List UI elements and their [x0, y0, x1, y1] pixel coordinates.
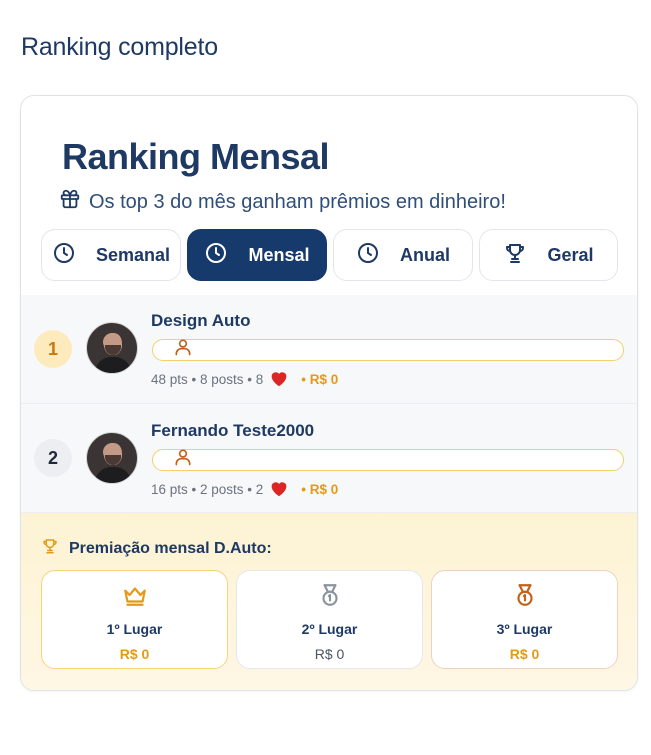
card-subtitle: Os top 3 do mês ganham prêmios em dinhei… — [59, 188, 506, 216]
clock-icon — [204, 241, 228, 270]
progress-bar — [152, 449, 624, 471]
prize-card-third: 3º Lugar R$ 0 — [431, 570, 618, 669]
avatar[interactable] — [86, 432, 138, 484]
prize-title-text: Premiação mensal D.Auto: — [69, 539, 272, 557]
tab-label: Anual — [399, 244, 450, 265]
prize-amount: • R$ 0 — [301, 372, 339, 387]
medal-icon — [317, 571, 343, 613]
ranking-card: Ranking Mensal Os top 3 do mês ganham pr… — [20, 95, 638, 691]
tab-semanal[interactable]: Semanal — [41, 229, 181, 281]
crown-icon — [122, 571, 148, 613]
user-stats: 16 pts • 2 posts • 2 • R$ 0 — [151, 479, 338, 500]
card-subtitle-text: Os top 3 do mês ganham prêmios em dinhei… — [89, 190, 506, 213]
prize-amount: • R$ 0 — [301, 482, 339, 497]
prize-place: 1º Lugar — [106, 621, 163, 637]
progress-bar — [152, 339, 624, 361]
stats-text: 48 pts • 8 posts • 8 — [151, 372, 264, 387]
trophy-icon — [503, 241, 527, 270]
tab-geral[interactable]: Geral — [479, 229, 618, 281]
page-heading: Ranking completo — [21, 33, 218, 61]
medal-icon — [512, 571, 538, 613]
prize-section: Premiação mensal D.Auto: 1º Lugar R$ 0 2… — [21, 513, 637, 690]
tab-mensal[interactable]: Mensal — [187, 229, 327, 281]
ranking-list: 1 Design Auto 48 pts • 8 posts • 8 • R$ … — [21, 295, 637, 513]
user-stats: 48 pts • 8 posts • 8 • R$ 0 — [151, 369, 338, 390]
prize-amount: R$ 0 — [314, 646, 345, 662]
rank-badge: 2 — [34, 439, 72, 477]
user-icon — [173, 446, 193, 468]
prize-card-first: 1º Lugar R$ 0 — [41, 570, 228, 669]
stats-text: 16 pts • 2 posts • 2 — [151, 482, 264, 497]
ranking-row[interactable]: 1 Design Auto 48 pts • 8 posts • 8 • R$ … — [21, 295, 637, 404]
prize-title: Premiação mensal D.Auto: — [41, 537, 272, 560]
heart-icon — [267, 479, 291, 500]
prize-amount: R$ 0 — [509, 646, 540, 662]
card-title: Ranking Mensal — [62, 136, 330, 177]
user-icon — [173, 336, 193, 358]
prize-amount: R$ 0 — [119, 646, 150, 662]
trophy-icon — [41, 537, 59, 560]
tab-anual[interactable]: Anual — [333, 229, 473, 281]
user-name[interactable]: Design Auto — [151, 311, 250, 331]
rank-badge: 1 — [34, 330, 72, 368]
prize-place: 2º Lugar — [301, 621, 358, 637]
prize-card-second: 2º Lugar R$ 0 — [236, 570, 423, 669]
tab-label: Mensal — [248, 244, 310, 265]
prize-place: 3º Lugar — [496, 621, 553, 637]
heart-icon — [267, 369, 291, 390]
user-name[interactable]: Fernando Teste2000 — [151, 421, 314, 441]
clock-icon — [52, 241, 76, 270]
tab-label: Geral — [547, 244, 594, 265]
gift-icon — [59, 188, 81, 216]
ranking-row[interactable]: 2 Fernando Teste2000 16 pts • 2 posts • … — [21, 404, 637, 513]
clock-icon — [356, 241, 380, 270]
period-tabs: Semanal Mensal Anual Geral — [41, 229, 619, 281]
tab-label: Semanal — [95, 244, 171, 265]
avatar[interactable] — [86, 322, 138, 374]
